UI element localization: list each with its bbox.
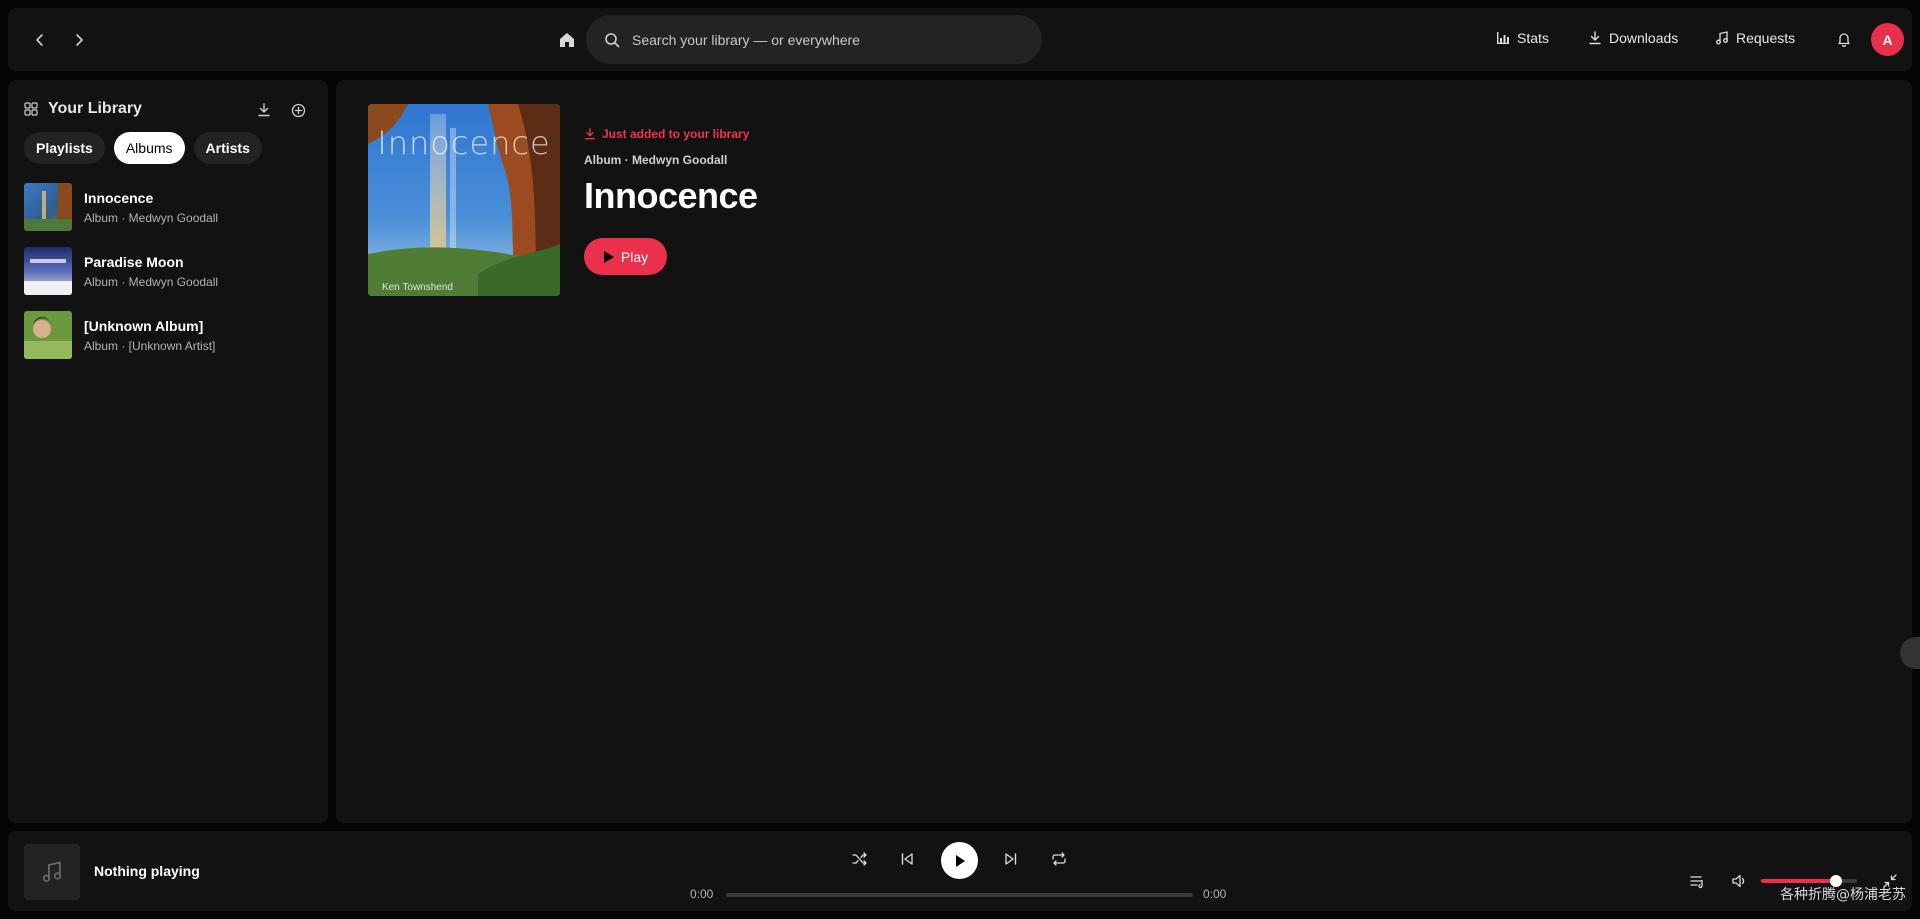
album-cover: Innocence Ken Townshend xyxy=(368,104,560,296)
library-list: Innocence Album · Medwyn Goodall Paradis… xyxy=(24,182,324,374)
player-bar: Nothing playing 0:00 0:00 xyxy=(8,831,1912,911)
bell-icon xyxy=(1838,33,1850,47)
play-icon xyxy=(603,250,614,263)
progress-bar[interactable] xyxy=(726,893,1193,897)
library-item-innocence[interactable]: Innocence Album · Medwyn Goodall xyxy=(24,182,324,232)
library-sidebar: Your Library Playlists Albums Artists In… xyxy=(8,80,328,823)
library-item-subtitle: Album · Medwyn Goodall xyxy=(84,274,219,289)
downloads-link[interactable]: Downloads xyxy=(1588,30,1678,46)
top-bar: Stats Downloads Requests A xyxy=(8,8,1912,71)
stats-link[interactable]: Stats xyxy=(1496,30,1549,46)
library-item-unknown-album[interactable]: [Unknown Album] Album · [Unknown Artist] xyxy=(24,310,324,360)
moon-cover-icon xyxy=(24,247,72,295)
skip-back-icon xyxy=(901,853,913,865)
chevron-right-icon xyxy=(76,34,83,46)
volume-button[interactable] xyxy=(1729,871,1749,891)
library-item-paradise-moon[interactable]: Paradise Moon Album · Medwyn Goodall xyxy=(24,246,324,296)
download-icon xyxy=(1589,31,1601,45)
album-title: Innocence xyxy=(584,175,758,216)
shuffle-icon xyxy=(852,852,867,866)
play-icon xyxy=(955,854,965,867)
home-icon xyxy=(560,33,574,47)
bar-chart-icon xyxy=(1497,32,1509,44)
library-title: Your Library xyxy=(48,100,142,117)
time-total: 0:00 xyxy=(1203,887,1227,901)
waterfall-cover-icon xyxy=(24,183,72,231)
repeat-button[interactable] xyxy=(1047,847,1071,871)
download-icon xyxy=(258,103,270,117)
portrait-cover-icon xyxy=(24,311,72,359)
library-filters: Playlists Albums Artists xyxy=(24,132,262,164)
cover-artist-text: Ken Townshend xyxy=(382,282,453,293)
now-playing-text: Nothing playing xyxy=(94,863,200,879)
album-meta: Album · Medwyn Goodall xyxy=(584,153,728,167)
filter-albums[interactable]: Albums xyxy=(113,132,185,164)
skip-forward-icon xyxy=(1005,853,1017,865)
notifications-button[interactable] xyxy=(1834,29,1854,49)
queue-icon xyxy=(1690,876,1703,889)
music-note-icon xyxy=(1716,31,1728,45)
added-notice-text: Just added to your library xyxy=(602,127,750,141)
library-add-button[interactable] xyxy=(288,100,308,120)
filter-artists[interactable]: Artists xyxy=(193,132,262,164)
download-icon xyxy=(585,128,595,140)
app-window: Stats Downloads Requests A Your Library … xyxy=(0,0,1920,919)
user-avatar[interactable]: A xyxy=(1871,23,1904,56)
chevron-left-icon xyxy=(36,34,43,46)
previous-button[interactable] xyxy=(895,847,919,871)
search-icon xyxy=(605,32,620,47)
player-play-button[interactable] xyxy=(941,842,978,879)
library-item-subtitle: Album · Medwyn Goodall xyxy=(84,210,219,225)
time-elapsed: 0:00 xyxy=(690,887,714,901)
library-item-name: [Unknown Album] xyxy=(84,317,204,334)
plus-circle-icon xyxy=(291,103,305,117)
watermark-text: 各种折腾@杨浦老苏 xyxy=(1780,887,1906,903)
music-note-icon xyxy=(42,861,62,882)
search-input[interactable] xyxy=(632,31,1012,48)
requests-link[interactable]: Requests xyxy=(1715,30,1795,46)
back-button[interactable] xyxy=(29,29,51,51)
repeat-icon xyxy=(1052,852,1066,866)
home-button[interactable] xyxy=(555,28,579,52)
volume-slider[interactable] xyxy=(1761,875,1857,887)
library-download-button[interactable] xyxy=(254,100,274,120)
shuffle-button[interactable] xyxy=(848,847,872,871)
grid-icon xyxy=(24,102,38,116)
stats-label: Stats xyxy=(1517,30,1549,46)
play-album-button[interactable]: Play xyxy=(584,238,667,275)
added-notice: Just added to your library xyxy=(584,127,749,141)
next-button[interactable] xyxy=(999,847,1023,871)
volume-icon xyxy=(1732,874,1745,888)
cover-title-text: Innocence xyxy=(377,124,551,162)
library-item-name: Innocence xyxy=(84,189,154,206)
requests-label: Requests xyxy=(1736,30,1796,46)
library-header[interactable]: Your Library xyxy=(24,100,142,118)
filter-playlists[interactable]: Playlists xyxy=(24,132,105,164)
search-bar[interactable] xyxy=(586,15,1042,64)
play-album-label: Play xyxy=(620,248,649,265)
album-view: Innocence Ken Townshend Just added to yo… xyxy=(336,80,1912,823)
downloads-label: Downloads xyxy=(1609,30,1679,46)
now-playing-art xyxy=(24,844,80,900)
queue-button[interactable] xyxy=(1688,871,1708,891)
library-item-name: Paradise Moon xyxy=(84,253,184,270)
library-item-subtitle: Album · [Unknown Artist] xyxy=(84,338,216,353)
volume-fill xyxy=(1761,875,1842,887)
forward-button[interactable] xyxy=(68,29,90,51)
